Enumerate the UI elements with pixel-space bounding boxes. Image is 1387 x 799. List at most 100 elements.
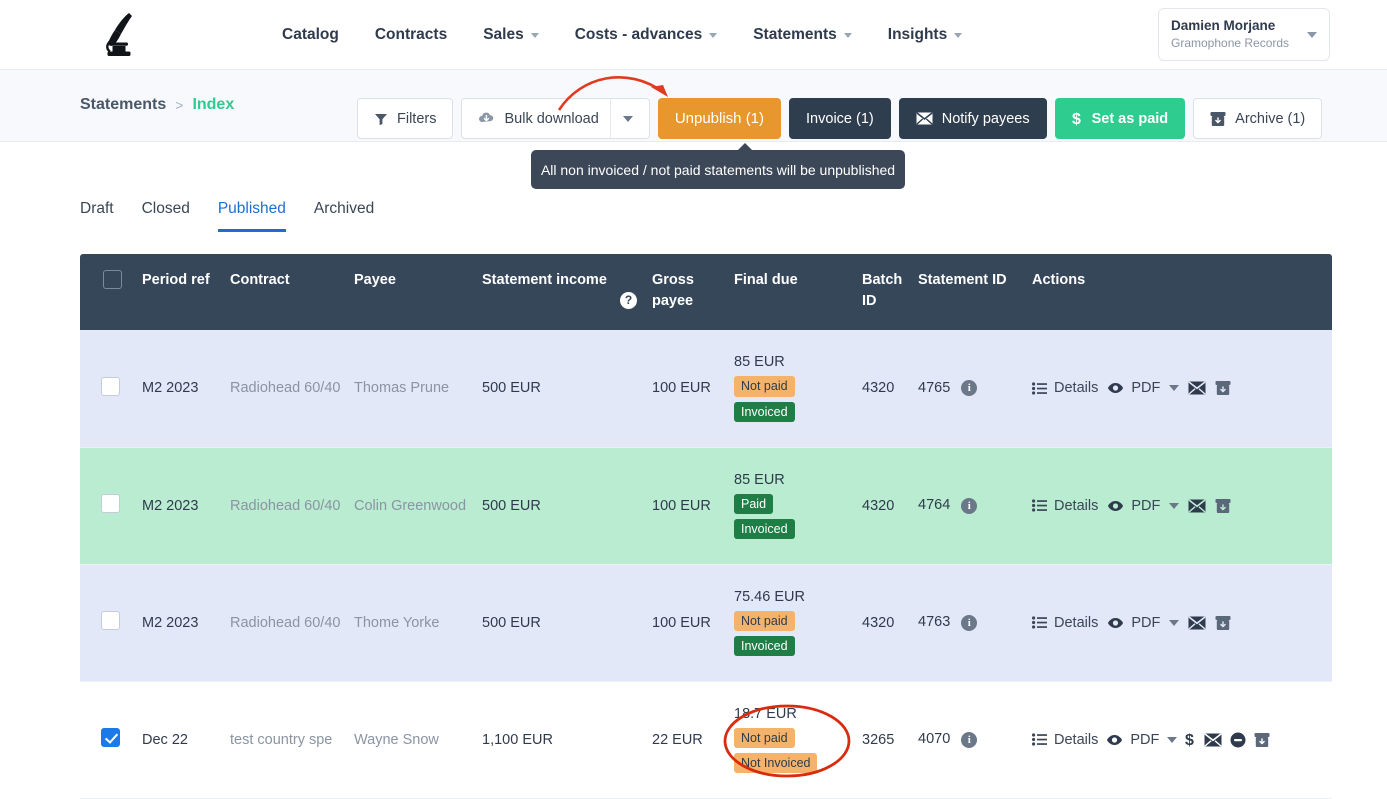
cell-statement-id: 4765 i — [918, 330, 1032, 448]
info-icon[interactable]: i — [961, 731, 978, 748]
pdf-action[interactable]: PDF — [1107, 498, 1160, 514]
set-as-paid-button[interactable]: $ Set as paid — [1054, 98, 1186, 139]
archive-icon[interactable] — [1215, 380, 1231, 396]
envelope-icon[interactable] — [1188, 615, 1206, 630]
envelope-icon[interactable] — [1204, 732, 1222, 747]
column-batch-id[interactable]: Batch ID — [862, 254, 918, 331]
tab-closed[interactable]: Closed — [142, 200, 190, 232]
column-actions: Actions — [1032, 254, 1332, 331]
cell-contract: Radiohead 60/40 — [230, 330, 354, 448]
tab-published[interactable]: Published — [217, 200, 286, 232]
table-row[interactable]: Dec 22 test country spe Wayne Snow 1,100… — [80, 681, 1332, 799]
table-row[interactable]: M2 2023 Radiohead 60/40 Colin Greenwood … — [80, 447, 1332, 565]
nav-label: Costs - advances — [574, 25, 703, 43]
info-icon[interactable]: i — [961, 497, 978, 514]
nav-item-catalog[interactable]: Catalog — [282, 26, 339, 44]
column-contract[interactable]: Contract — [230, 254, 354, 331]
minus-circle-icon[interactable] — [1230, 732, 1246, 748]
details-action[interactable]: Details — [1032, 380, 1098, 396]
column-gross-payee[interactable]: Gross payee — [652, 254, 734, 331]
archive-icon[interactable] — [1215, 498, 1231, 514]
table-body: M2 2023 Radiohead 60/40 Thomas Prune 500… — [80, 330, 1332, 799]
column-payee[interactable]: Payee — [354, 254, 482, 331]
row-select-cell — [80, 447, 142, 565]
final-due-amount: 85 EUR — [734, 354, 785, 371]
eye-icon — [1106, 734, 1123, 746]
info-icon[interactable]: i — [961, 614, 978, 631]
caret-down-icon[interactable] — [1169, 502, 1180, 509]
column-final-due[interactable]: Final due — [734, 254, 862, 331]
archive-button[interactable]: Archive (1) — [1193, 98, 1323, 139]
notify-payees-button[interactable]: Notify payees — [898, 98, 1047, 139]
cell-final-due: 85 EUR Not paid Invoiced — [734, 330, 862, 448]
envelope-icon[interactable] — [1188, 381, 1206, 395]
statement-id-value: 4764 — [918, 497, 951, 514]
cell-gross-payee: 100 EUR — [652, 330, 734, 448]
cell-actions: Details PDF — [1032, 447, 1332, 565]
cell-statement-income: 500 EUR — [482, 447, 620, 565]
tab-label: Draft — [80, 200, 114, 217]
row-checkbox[interactable] — [101, 728, 120, 748]
envelope-icon[interactable] — [1188, 498, 1206, 513]
caret-down-icon[interactable] — [1169, 619, 1180, 626]
archive-icon[interactable] — [1215, 615, 1231, 631]
column-statement-income[interactable]: Statement income — [482, 254, 620, 331]
cell-batch-id: 4320 — [862, 447, 918, 565]
account-menu[interactable]: Damien Morjane Gramophone Records — [1158, 8, 1330, 61]
svg-text:$: $ — [1072, 111, 1081, 127]
statement-id-value: 4763 — [918, 614, 951, 631]
set-as-paid-label: Set as paid — [1091, 110, 1169, 127]
breadcrumb-separator: > — [175, 97, 184, 113]
statement-id-value: 4070 — [918, 731, 951, 748]
bulk-download-dropdown-toggle[interactable] — [609, 99, 633, 138]
account-organization: Gramophone Records — [1171, 35, 1290, 50]
caret-down-icon[interactable] — [1169, 385, 1180, 392]
eye-icon — [1107, 382, 1124, 394]
unpublish-button[interactable]: Unpublish (1) — [657, 98, 782, 139]
gramophone-logo-icon[interactable] — [95, 9, 149, 61]
table-row[interactable]: M2 2023 Radiohead 60/40 Thome Yorke 500 … — [80, 564, 1332, 682]
invoice-button[interactable]: Invoice (1) — [789, 98, 891, 139]
cell-final-due: 18.7 EUR Not paid Not Invoiced — [734, 681, 862, 799]
chevron-down-icon — [1307, 31, 1317, 38]
row-checkbox[interactable] — [101, 611, 120, 631]
pdf-action[interactable]: PDF — [1106, 732, 1159, 748]
cell-final-due: 85 EUR Paid Invoiced — [734, 447, 862, 565]
select-all-checkbox[interactable] — [103, 270, 122, 289]
caret-down-icon[interactable] — [1167, 736, 1178, 743]
cell-period-ref: Dec 22 — [142, 681, 230, 799]
info-icon[interactable]: i — [961, 380, 978, 397]
bulk-download-button[interactable]: Bulk download — [461, 98, 650, 139]
status-badge-paid: Not paid — [734, 610, 795, 632]
nav-item-costs-advances[interactable]: Costs - advances — [575, 26, 718, 44]
column-statement-id[interactable]: Statement ID — [918, 254, 1032, 331]
breadcrumb: Statements > Index — [80, 96, 234, 114]
breadcrumb-root[interactable]: Statements — [80, 96, 166, 114]
cell-contract: Radiohead 60/40 — [230, 447, 354, 565]
help-icon[interactable]: ? — [620, 292, 637, 309]
dollar-icon[interactable]: $ — [1185, 731, 1196, 748]
table-row[interactable]: M2 2023 Radiohead 60/40 Thomas Prune 500… — [80, 330, 1332, 448]
cell-payee: Wayne Snow — [354, 681, 482, 799]
statements-table: Period ref Contract Payee Statement inco… — [80, 254, 1332, 799]
details-action[interactable]: Details — [1032, 615, 1098, 631]
details-action[interactable]: Details — [1032, 498, 1098, 514]
column-period-ref[interactable]: Period ref — [142, 254, 230, 331]
details-action[interactable]: Details — [1032, 732, 1098, 748]
nav-item-insights[interactable]: Insights — [888, 26, 963, 44]
pdf-label: PDF — [1130, 731, 1160, 748]
pdf-action[interactable]: PDF — [1107, 380, 1160, 396]
filters-button[interactable]: Filters — [357, 98, 454, 139]
cell-spacer — [620, 330, 652, 448]
nav-item-sales[interactable]: Sales — [483, 26, 539, 44]
tab-label: Closed — [141, 200, 190, 217]
cell-gross-payee: 100 EUR — [652, 564, 734, 682]
tab-draft[interactable]: Draft — [80, 200, 114, 232]
nav-item-contracts[interactable]: Contracts — [375, 26, 447, 44]
nav-item-statements[interactable]: Statements — [753, 26, 852, 44]
tab-archived[interactable]: Archived — [314, 200, 374, 232]
row-checkbox[interactable] — [101, 376, 120, 396]
row-checkbox[interactable] — [101, 494, 120, 514]
pdf-action[interactable]: PDF — [1107, 615, 1160, 631]
archive-icon[interactable] — [1254, 732, 1270, 748]
